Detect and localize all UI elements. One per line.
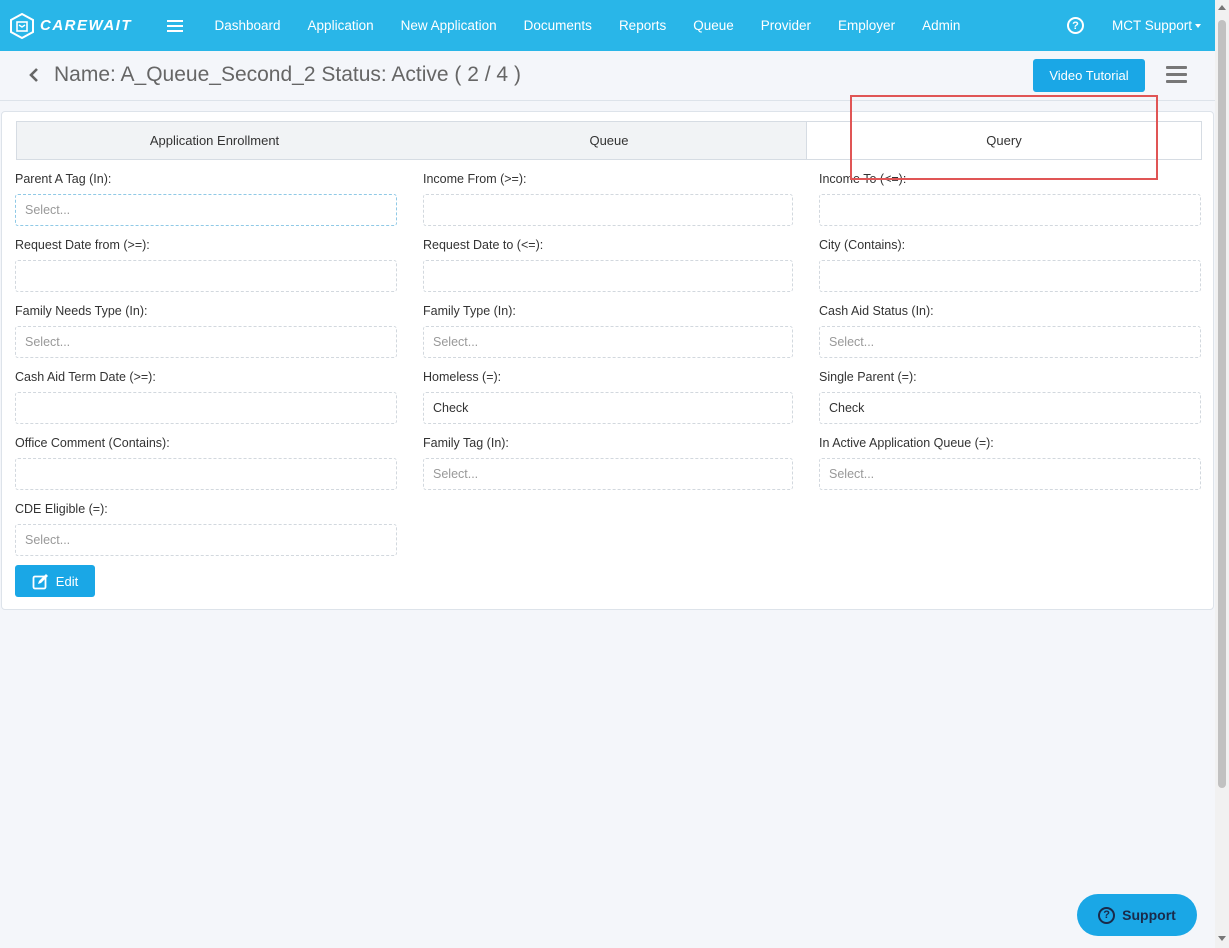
parent-a-tag-label: Parent A Tag (In): xyxy=(15,172,112,186)
nav-item-admin[interactable]: Admin xyxy=(909,18,974,33)
parent-a-tag-select[interactable]: Select... xyxy=(15,194,397,226)
nav-item-provider[interactable]: Provider xyxy=(747,18,824,33)
field-family-type: Family Type (In): Select... xyxy=(423,304,793,358)
support-button-label: Support xyxy=(1122,907,1176,923)
field-homeless: Homeless (=): Check xyxy=(423,370,793,424)
field-single-parent: Single Parent (=): Check xyxy=(819,370,1201,424)
single-parent-select[interactable]: Check xyxy=(819,392,1201,424)
scroll-down-arrow-icon[interactable] xyxy=(1218,936,1226,941)
office-comment-label: Office Comment (Contains): xyxy=(15,436,170,450)
nav-right: ? MCT Support xyxy=(1066,17,1201,34)
top-navbar: CAREWAIT Dashboard Application New Appli… xyxy=(0,0,1215,51)
nav-item-employer[interactable]: Employer xyxy=(825,18,909,33)
scroll-thumb[interactable] xyxy=(1218,20,1226,788)
edit-icon xyxy=(32,573,48,589)
cash-aid-status-label: Cash Aid Status (In): xyxy=(819,304,934,318)
caret-down-icon xyxy=(1195,24,1201,29)
page-scrollbar[interactable] xyxy=(1215,0,1229,948)
in-active-application-queue-label: In Active Application Queue (=): xyxy=(819,436,994,450)
family-tag-label: Family Tag (In): xyxy=(423,436,509,450)
help-circle-icon: ? xyxy=(1098,906,1116,924)
field-income-from: Income From (>=): xyxy=(423,172,793,226)
field-in-active-application-queue: In Active Application Queue (=): Select.… xyxy=(819,436,1201,490)
family-type-label: Family Type (In): xyxy=(423,304,516,318)
nav-item-queue[interactable]: Queue xyxy=(680,18,748,33)
office-comment-input[interactable] xyxy=(15,458,397,490)
in-active-application-queue-select[interactable]: Select... xyxy=(819,458,1201,490)
request-date-to-input[interactable] xyxy=(423,260,793,292)
annotation-highlight-box xyxy=(850,95,1158,180)
field-parent-a-tag: Parent A Tag (In): Select... xyxy=(15,172,397,226)
page-header: Name: A_Queue_Second_2 Status: Active ( … xyxy=(0,51,1215,101)
scroll-up-arrow-icon[interactable] xyxy=(1218,5,1226,10)
nav-item-documents[interactable]: Documents xyxy=(510,18,605,33)
field-family-tag: Family Tag (In): Select... xyxy=(423,436,793,490)
nav-item-application[interactable]: Application xyxy=(294,18,387,33)
income-from-label: Income From (>=): xyxy=(423,172,527,186)
cash-aid-term-date-input[interactable] xyxy=(15,392,397,424)
homeless-label: Homeless (=): xyxy=(423,370,502,384)
city-label: City (Contains): xyxy=(819,238,906,252)
nav-menu: Dashboard Application New Application Do… xyxy=(201,18,974,33)
user-menu[interactable]: MCT Support xyxy=(1112,18,1201,33)
brand-name: CAREWAIT xyxy=(40,17,132,34)
request-date-from-label: Request Date from (>=): xyxy=(15,238,150,252)
income-from-input[interactable] xyxy=(423,194,793,226)
nav-item-reports[interactable]: Reports xyxy=(605,18,679,33)
field-request-date-to: Request Date to (<=): xyxy=(423,238,793,292)
field-office-comment: Office Comment (Contains): xyxy=(15,436,397,490)
nav-item-dashboard[interactable]: Dashboard xyxy=(201,18,294,33)
single-parent-label: Single Parent (=): xyxy=(819,370,917,384)
homeless-select[interactable]: Check xyxy=(423,392,793,424)
user-name: MCT Support xyxy=(1111,18,1192,33)
request-date-from-input[interactable] xyxy=(15,260,397,292)
help-icon[interactable]: ? xyxy=(1066,17,1084,34)
query-card: Application Enrollment Queue Query Paren… xyxy=(1,111,1214,610)
edit-button[interactable]: Edit xyxy=(15,565,95,597)
brand[interactable]: CAREWAIT xyxy=(9,12,159,39)
income-to-input[interactable] xyxy=(819,194,1201,226)
tab-application-enrollment[interactable]: Application Enrollment xyxy=(17,122,412,159)
tab-queue[interactable]: Queue xyxy=(412,122,806,159)
field-income-to: Income To (<=): xyxy=(819,172,1201,226)
family-tag-select[interactable]: Select... xyxy=(423,458,793,490)
chevron-left-icon[interactable] xyxy=(27,67,41,83)
cde-eligible-label: CDE Eligible (=): xyxy=(15,502,108,516)
carewait-logo-icon xyxy=(10,12,34,39)
cash-aid-term-date-label: Cash Aid Term Date (>=): xyxy=(15,370,156,384)
field-cash-aid-term-date: Cash Aid Term Date (>=): xyxy=(15,370,397,424)
family-needs-type-select[interactable]: Select... xyxy=(15,326,397,358)
family-needs-type-label: Family Needs Type (In): xyxy=(15,304,148,318)
city-input[interactable] xyxy=(819,260,1201,292)
field-request-date-from: Request Date from (>=): xyxy=(15,238,397,292)
page-title: Name: A_Queue_Second_2 Status: Active ( … xyxy=(54,63,521,86)
nav-item-new-application[interactable]: New Application xyxy=(387,18,510,33)
field-city: City (Contains): xyxy=(819,238,1201,292)
request-date-to-label: Request Date to (<=): xyxy=(423,238,544,252)
video-tutorial-button[interactable]: Video Tutorial xyxy=(1033,59,1145,92)
edit-button-label: Edit xyxy=(55,573,79,589)
field-cde-eligible: CDE Eligible (=): Select... xyxy=(15,502,397,556)
support-button[interactable]: ? Support xyxy=(1077,894,1197,936)
family-type-select[interactable]: Select... xyxy=(423,326,793,358)
cash-aid-status-select[interactable]: Select... xyxy=(819,326,1201,358)
cde-eligible-select[interactable]: Select... xyxy=(15,524,397,556)
menu-icon[interactable] xyxy=(1166,66,1187,83)
field-family-needs-type: Family Needs Type (In): Select... xyxy=(15,304,397,358)
sidebar-toggle-icon[interactable] xyxy=(167,19,183,32)
field-cash-aid-status: Cash Aid Status (In): Select... xyxy=(819,304,1201,358)
